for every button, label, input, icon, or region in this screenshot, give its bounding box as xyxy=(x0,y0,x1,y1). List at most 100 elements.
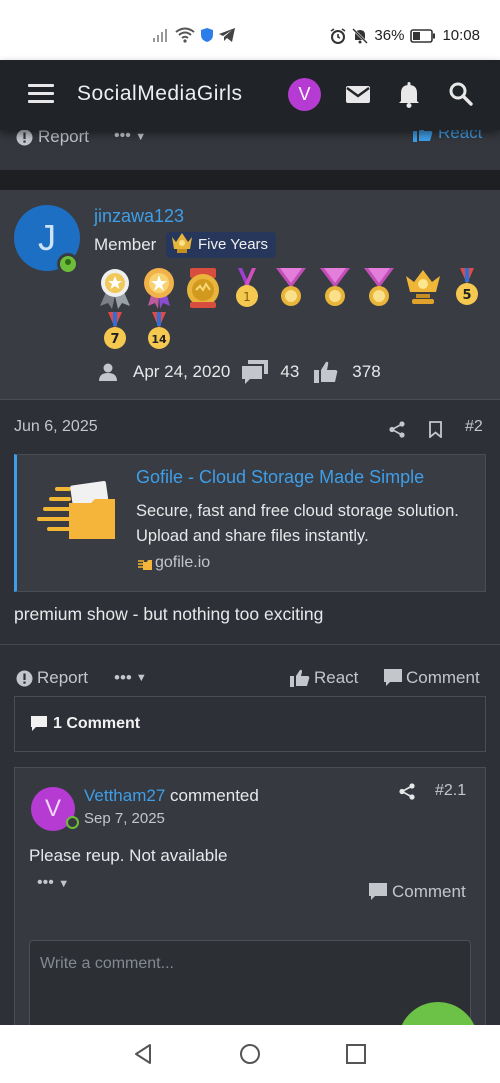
share-icon[interactable] xyxy=(399,783,415,800)
comment-bubble-icon xyxy=(369,883,387,900)
comment-bubble-icon xyxy=(384,669,402,686)
react-button[interactable]: React xyxy=(290,668,358,688)
prev-report-button[interactable]: Report xyxy=(16,127,89,147)
comments-count-header[interactable]: 1 Comment xyxy=(14,696,486,752)
ribbon-medal-b-icon[interactable] xyxy=(316,266,354,310)
messages-icon xyxy=(242,360,269,384)
envelope-icon[interactable] xyxy=(344,80,372,108)
gofile-favicon-icon xyxy=(138,560,152,570)
signal-icon xyxy=(153,29,167,42)
search-icon[interactable] xyxy=(447,80,475,108)
joined-date: Apr 24, 2020 xyxy=(133,362,231,381)
comment-number[interactable]: #2.1 xyxy=(435,782,466,800)
battery-icon xyxy=(410,28,436,43)
trophy-7-label: 7 xyxy=(110,332,119,347)
site-title[interactable]: SocialMediaGirls xyxy=(77,82,243,106)
caret-down-icon: ▼ xyxy=(135,672,147,684)
embed-title[interactable]: Gofile - Cloud Storage Made Simple xyxy=(136,467,424,488)
comment-verb: commented xyxy=(170,786,259,805)
trophy-list: 1 5 7 14 xyxy=(96,266,492,354)
bookmark-icon[interactable] xyxy=(429,421,442,438)
status-right: 36% 10:08 xyxy=(330,27,480,44)
user-icon xyxy=(99,363,117,381)
trophy-14-label: 14 xyxy=(151,333,167,346)
status-bar: 36% 10:08 xyxy=(0,0,500,60)
reply-comment-label: Comment xyxy=(392,882,466,901)
ribbon-medal-1-icon[interactable]: 1 xyxy=(228,266,266,310)
comments-count-label: 1 Comment xyxy=(53,715,141,732)
shield-icon xyxy=(201,28,213,42)
recents-icon[interactable] xyxy=(345,1043,367,1065)
gold-coin-icon[interactable] xyxy=(184,266,222,310)
user-role: Member xyxy=(94,235,157,254)
crown-trophy-icon xyxy=(172,233,192,253)
online-status-icon xyxy=(57,253,79,275)
back-icon[interactable] xyxy=(132,1043,154,1065)
report-button[interactable]: Report xyxy=(16,668,88,688)
thumbs-up-icon xyxy=(290,669,310,687)
commenter-username[interactable]: Vettham27 xyxy=(84,786,165,805)
comment-button[interactable]: Comment xyxy=(384,668,480,688)
clock-time: 10:08 xyxy=(442,27,480,44)
flower-medal-icon[interactable] xyxy=(140,266,178,310)
comment-date[interactable]: Sep 7, 2025 xyxy=(84,810,165,827)
reaction-count: 378 xyxy=(352,362,381,381)
hamburger-menu-icon[interactable] xyxy=(28,84,54,104)
online-status-icon xyxy=(66,816,79,829)
trophy-1-label: 1 xyxy=(243,290,251,304)
comment-more-button[interactable]: ••• ▼ xyxy=(37,874,69,892)
more-options-button[interactable]: ••• ▼ xyxy=(114,668,147,688)
ribbon-medal-5-icon[interactable]: 5 xyxy=(448,266,486,310)
post-content: Jun 6, 2025 #2 Gofile - Cloud Storage Ma… xyxy=(0,400,500,645)
comment-author-line: Vettham27 commented xyxy=(84,786,259,806)
trophy-cup-icon[interactable] xyxy=(404,266,442,310)
home-icon[interactable] xyxy=(239,1043,261,1065)
ribbon-medal-c-icon[interactable] xyxy=(360,266,398,310)
trophy-5-label: 5 xyxy=(462,288,471,303)
comment-more-label: ••• xyxy=(37,874,54,891)
post-number[interactable]: #2 xyxy=(465,418,483,436)
comment-item: V Vettham27 commented Sep 7, 2025 #2.1 P… xyxy=(14,767,486,1035)
ribbon-medal-7-icon[interactable]: 7 xyxy=(96,310,134,354)
system-navigation-bar xyxy=(0,1025,500,1083)
ribbon-medal-14-icon[interactable]: 14 xyxy=(140,310,178,354)
caret-down-icon: ▼ xyxy=(135,131,147,143)
report-label: Report xyxy=(37,668,89,687)
comment-bubble-icon xyxy=(31,716,47,731)
gofile-logo-icon xyxy=(37,481,115,539)
post-date[interactable]: Jun 6, 2025 xyxy=(14,418,98,436)
embed-description: Secure, fast and free cloud storage solu… xyxy=(136,502,459,545)
alert-circle-icon xyxy=(16,129,33,145)
star-medal-icon[interactable] xyxy=(96,266,134,310)
caret-down-icon: ▼ xyxy=(58,878,70,890)
post-footer: Report ••• ▼ React Comment xyxy=(0,662,500,696)
telegram-icon xyxy=(219,28,235,42)
react-label: React xyxy=(314,668,359,687)
status-left-icons xyxy=(153,27,235,43)
wifi-icon xyxy=(175,27,195,43)
badge-label: Five Years xyxy=(198,236,269,253)
alert-circle-icon xyxy=(16,670,33,686)
username[interactable]: jinzawa123 xyxy=(94,206,184,227)
message-count: 43 xyxy=(280,362,300,381)
battery-percent: 36% xyxy=(374,27,405,44)
five-years-badge: Five Years xyxy=(166,232,277,258)
post-text: premium show - but nothing too exciting xyxy=(14,604,324,624)
embed-site: gofile.io xyxy=(155,554,211,571)
ribbon-medal-a-icon[interactable] xyxy=(272,266,310,310)
reactions-thumbs-up-icon xyxy=(314,361,338,383)
bell-icon[interactable] xyxy=(395,80,423,108)
prev-report-label: Report xyxy=(38,127,90,146)
comment-body: Please reup. Not available xyxy=(29,846,228,865)
more-label: ••• xyxy=(114,668,132,687)
post-separator xyxy=(0,170,500,190)
app-header: SocialMediaGirls V xyxy=(0,60,500,130)
alarm-icon xyxy=(330,27,346,44)
mute-bell-icon xyxy=(352,27,369,44)
user-stats: Apr 24, 2020 43 378 xyxy=(98,360,381,384)
link-embed[interactable]: Gofile - Cloud Storage Made Simple Secur… xyxy=(14,454,486,592)
account-avatar[interactable]: V xyxy=(288,78,321,111)
reply-comment-button[interactable]: Comment xyxy=(369,882,466,902)
share-icon[interactable] xyxy=(389,421,405,438)
post-user-block: J jinzawa123 Member Five Years 1 5 7 14 … xyxy=(0,190,500,400)
